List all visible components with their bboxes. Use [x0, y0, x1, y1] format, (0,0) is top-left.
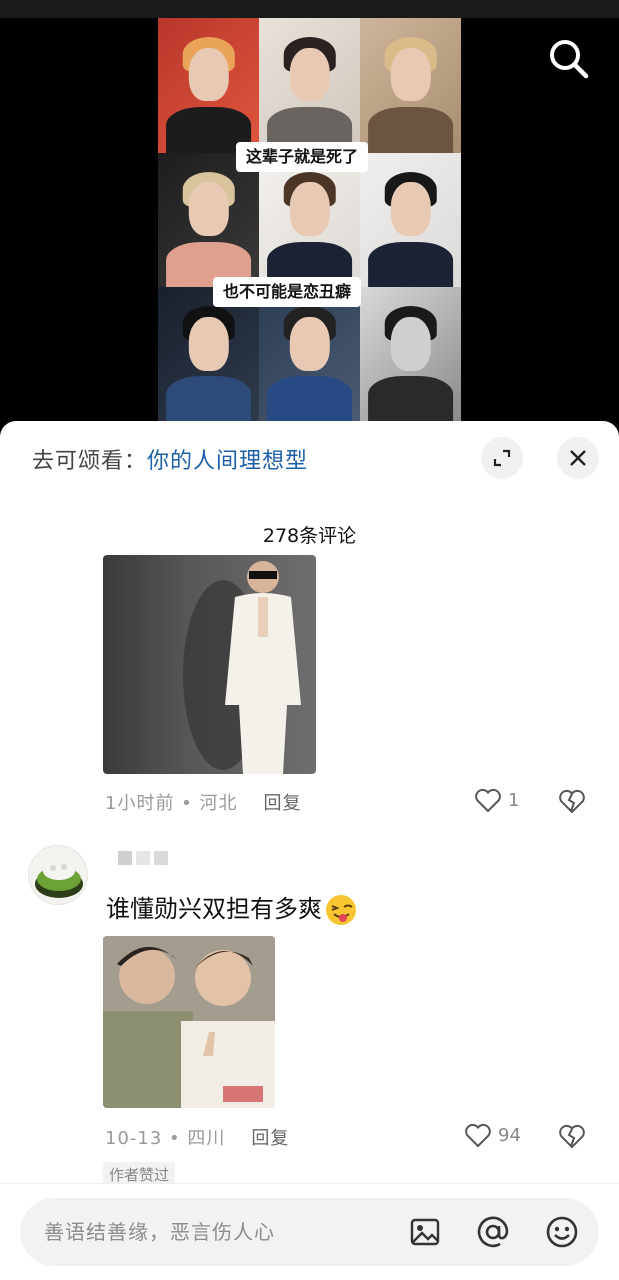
expand-button[interactable]: [481, 437, 523, 479]
comment-time: 1小时前: [105, 793, 175, 814]
collage-photo: [360, 152, 461, 288]
tongue-wink-emoji-icon: [326, 895, 356, 925]
search-icon: [550, 40, 589, 79]
broken-heart-icon: [559, 789, 585, 814]
collage-photo: [360, 287, 461, 422]
broken-heart-icon: [559, 1124, 585, 1149]
comment-composer: [20, 1198, 599, 1266]
comment-body: 谁懂勋兴双担有多爽: [106, 889, 358, 927]
reply-button[interactable]: 回复: [251, 1128, 289, 1149]
comment-count: 278条评论: [262, 525, 357, 547]
video-caption: 这辈子就是死了: [236, 142, 369, 172]
avatar-image: [35, 862, 83, 898]
comments-sheet: 去可颂看：你的人间理想型 278条评论 1小时前 • 河北 回复 1 谁懂勋兴双…: [0, 421, 619, 1280]
two-men-selfie-photo: [103, 936, 275, 1108]
comment-location: 河北: [199, 793, 238, 814]
related-link-title[interactable]: 你的人间理想型: [147, 449, 308, 474]
sheet-header: 去可颂看：你的人间理想型: [0, 421, 619, 497]
man-in-white-suit-photo: [183, 561, 301, 774]
at-icon: [477, 1216, 509, 1248]
like-button[interactable]: 1: [474, 787, 519, 813]
dislike-button[interactable]: [558, 788, 586, 818]
collage-photo: [259, 152, 360, 288]
collage-photo: [259, 287, 360, 422]
comment-location: 四川: [187, 1128, 226, 1149]
collage-photo: [158, 287, 259, 422]
video-player[interactable]: 这辈子就是死了 也不可能是恋丑癖: [0, 18, 619, 438]
comment-image[interactable]: [103, 555, 316, 774]
search-button[interactable]: [546, 36, 590, 80]
comment-time: 10-13: [105, 1128, 163, 1149]
reply-button[interactable]: 回复: [264, 793, 302, 814]
emoji-button[interactable]: [545, 1215, 579, 1249]
author-liked-badge: 作者赞过: [103, 1162, 176, 1184]
collage-photo: [360, 18, 461, 153]
collage-photo: [259, 18, 360, 153]
status-bar: [0, 0, 619, 18]
video-caption: 也不可能是恋丑癖: [213, 277, 362, 307]
comment-text: 谁懂勋兴双担有多爽: [106, 895, 322, 923]
comment-image[interactable]: [103, 936, 275, 1108]
heart-icon: [475, 788, 501, 813]
smiley-icon: [546, 1216, 578, 1248]
like-count: 94: [498, 1124, 521, 1146]
related-link-prefix: 去可颂看：: [32, 449, 148, 474]
close-icon: [570, 450, 586, 466]
like-count: 1: [508, 789, 520, 811]
collage-photo: [158, 152, 259, 288]
comment-composer-bar: [0, 1183, 619, 1280]
avatar[interactable]: [28, 845, 88, 905]
insert-image-button[interactable]: [408, 1215, 442, 1249]
username-redacted[interactable]: [118, 850, 188, 872]
dislike-button[interactable]: [558, 1123, 586, 1153]
video-frame-collage: [158, 18, 461, 422]
like-button[interactable]: 94: [464, 1122, 521, 1148]
close-button[interactable]: [557, 437, 599, 479]
comment-meta: 1小时前 • 河北 回复: [105, 793, 302, 814]
image-icon: [410, 1218, 440, 1246]
expand-icon: [493, 449, 511, 467]
mention-button[interactable]: [476, 1215, 510, 1249]
collage-photo: [158, 18, 259, 153]
comment-input[interactable]: [44, 1216, 384, 1248]
related-link[interactable]: 去可颂看：你的人间理想型: [32, 443, 308, 475]
comment-meta: 10-13 • 四川 回复: [105, 1128, 290, 1149]
heart-icon: [465, 1123, 491, 1148]
